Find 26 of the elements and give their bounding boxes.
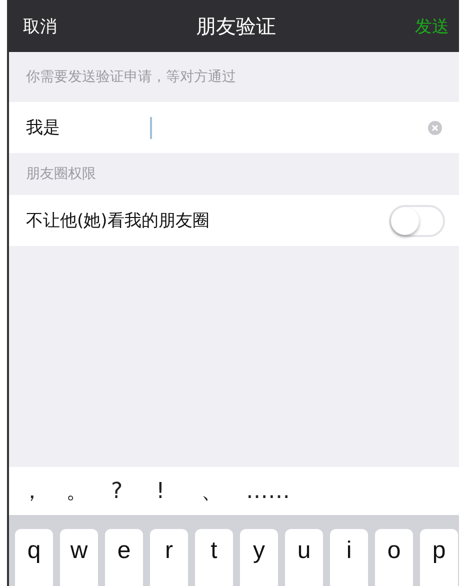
keyboard-key[interactable]: p (420, 529, 458, 586)
text-cursor (150, 116, 152, 138)
keyboard-key[interactable]: t (195, 529, 233, 586)
suggestion-item[interactable]: …… (246, 478, 291, 504)
screen-title: 朋友验证 (196, 12, 276, 40)
cancel-button[interactable]: 取消 (23, 14, 57, 38)
toggle-switch[interactable] (389, 204, 445, 236)
suggestion-item[interactable]: ， (21, 476, 66, 506)
suggestion-item[interactable]: 。 (66, 476, 111, 506)
hint-text: 你需要发送验证申请，等对方通过 (26, 68, 236, 86)
keyboard-key[interactable]: i (330, 529, 368, 586)
field-label: 我是 (26, 117, 61, 139)
keyboard-key[interactable]: o (375, 529, 413, 586)
keyboard-key[interactable]: y (240, 529, 278, 586)
keyboard-key[interactable]: r (150, 529, 188, 586)
keyboard-key[interactable]: u (285, 529, 323, 586)
suggestion-item[interactable]: ? (111, 478, 156, 504)
send-button[interactable]: 发送 (415, 14, 449, 38)
keyboard-key[interactable]: w (60, 529, 98, 586)
section-label: 朋友圈权限 (26, 165, 96, 183)
keyboard-key[interactable]: e (105, 529, 143, 586)
suggestion-item[interactable]: 、 (201, 476, 246, 506)
clear-icon[interactable] (428, 120, 442, 134)
setting-label: 不让他(她)看我的朋友圈 (26, 210, 210, 232)
keyboard-key[interactable]: q (15, 529, 53, 586)
suggestion-item[interactable]: ! (156, 478, 201, 504)
